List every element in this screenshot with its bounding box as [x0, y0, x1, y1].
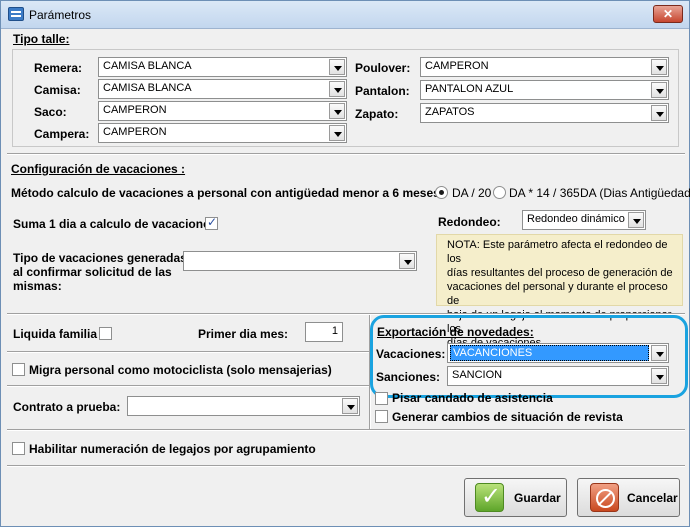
tipo-vacaciones-label-1: Tipo de vacaciones generadas	[13, 251, 187, 265]
cancelar-button[interactable]: Cancelar	[577, 478, 680, 517]
divider	[7, 385, 369, 387]
habilitar-label: Habilitar numeración de legajos por agru…	[29, 442, 316, 456]
chevron-down-icon[interactable]	[651, 345, 667, 361]
close-button[interactable]: ✕	[653, 5, 683, 23]
window-title: Parámetros	[29, 8, 92, 22]
poulover-combo[interactable]: CAMPERON	[420, 57, 669, 77]
sanciones-export-combo[interactable]: SANCION	[447, 366, 669, 386]
liquida-familia-checkbox[interactable]	[99, 327, 112, 340]
liquida-familia-label: Liquida familia	[13, 327, 98, 341]
poulover-label: Poulover:	[355, 61, 411, 75]
contrato-combo[interactable]	[127, 396, 360, 416]
campera-label: Campera:	[34, 127, 90, 141]
pisar-label: Pisar candado de asistencia	[392, 391, 553, 405]
radio-da-20-label[interactable]: DA / 20	[452, 186, 491, 200]
guardar-label: Guardar	[514, 491, 561, 505]
habilitar-checkbox[interactable]	[12, 442, 25, 455]
chevron-down-icon[interactable]	[342, 398, 358, 414]
migra-label: Migra personal como motociclista (solo m…	[29, 363, 332, 377]
sanciones-export-label: Sanciones:	[376, 370, 441, 384]
zapato-label: Zapato:	[355, 107, 399, 121]
redondeo-label: Redondeo:	[438, 215, 501, 229]
divider	[7, 153, 685, 155]
app-icon	[8, 7, 24, 21]
divider	[7, 465, 685, 467]
primer-dia-input[interactable]: 1	[305, 322, 343, 342]
campera-combo[interactable]: CAMPERON	[98, 123, 347, 143]
contrato-label: Contrato a prueba:	[13, 400, 121, 414]
zapato-combo[interactable]: ZAPATOS	[420, 103, 669, 123]
exportacion-title: Exportación de novedades:	[377, 325, 534, 339]
guardar-button[interactable]: Guardar	[464, 478, 567, 517]
parametros-window: Parámetros ✕ Tipo talle: Remera: CAMISA …	[0, 0, 690, 527]
chevron-down-icon[interactable]	[651, 105, 667, 121]
radio-da-14-365[interactable]	[493, 186, 506, 199]
suma-checkbox[interactable]	[205, 215, 218, 230]
generar-checkbox[interactable]	[375, 410, 388, 423]
tipo-vacaciones-label-2: al confirmar solicitud de las	[13, 265, 172, 279]
title-bar[interactable]: Parámetros ✕	[1, 1, 689, 29]
dialog-content: Tipo talle: Remera: CAMISA BLANCA Camisa…	[3, 29, 690, 525]
tipo-vacaciones-combo[interactable]	[183, 251, 417, 271]
generar-label: Generar cambios de situación de revista	[392, 410, 623, 424]
note-line: vacaciones del personal y durante el pro…	[447, 281, 668, 307]
chevron-down-icon[interactable]	[651, 368, 667, 384]
saco-combo[interactable]: CAMPERON	[98, 101, 347, 121]
tipo-vacaciones-label-3: mismas:	[13, 279, 62, 293]
saco-value: CAMPERON	[103, 104, 167, 116]
zapato-value: ZAPATOS	[425, 106, 475, 118]
migra-checkbox[interactable]	[12, 363, 25, 376]
vacaciones-export-combo[interactable]: VACANCIONES	[447, 343, 669, 363]
primer-dia-value: 1	[331, 325, 338, 337]
tipo-talle-title: Tipo talle:	[13, 32, 70, 46]
chevron-down-icon[interactable]	[628, 212, 644, 228]
note-line: días resultantes del proceso de generaci…	[447, 267, 673, 279]
pantalon-combo[interactable]: PANTALON AZUL	[420, 80, 669, 100]
chevron-down-icon[interactable]	[651, 59, 667, 75]
vacaciones-title: Configuración de vacaciones :	[11, 162, 186, 176]
redondeo-note: NOTA: Este parámetro afecta el redondeo …	[436, 234, 683, 349]
camisa-value: CAMISA BLANCA	[103, 82, 192, 94]
primer-dia-label: Primer dia mes:	[198, 327, 289, 341]
radio-da-20[interactable]	[435, 186, 448, 199]
remera-combo[interactable]: CAMISA BLANCA	[98, 57, 347, 77]
saco-label: Saco:	[34, 105, 67, 119]
chevron-down-icon[interactable]	[329, 81, 345, 97]
camisa-label: Camisa:	[34, 83, 81, 97]
divider	[7, 429, 685, 431]
campera-value: CAMPERON	[103, 126, 167, 138]
cancel-icon	[590, 483, 619, 512]
sanciones-export-value: SANCION	[452, 369, 503, 381]
poulover-value: CAMPERON	[425, 60, 489, 72]
chevron-down-icon[interactable]	[329, 125, 345, 141]
chevron-down-icon[interactable]	[329, 103, 345, 119]
metodo-label: Método calculo de vacaciones a personal …	[11, 186, 444, 200]
check-icon	[475, 482, 504, 512]
remera-value: CAMISA BLANCA	[103, 60, 192, 72]
pisar-checkbox[interactable]	[375, 392, 388, 405]
pantalon-value: PANTALON AZUL	[425, 83, 514, 95]
vacaciones-export-value: VACANCIONES	[450, 345, 649, 361]
vacaciones-export-label: Vacaciones:	[376, 347, 446, 361]
suma-label: Suma 1 dia a calculo de vacaciones	[13, 217, 217, 231]
radio-da-14-365-label[interactable]: DA * 14 / 365	[509, 186, 580, 200]
chevron-down-icon[interactable]	[651, 82, 667, 98]
chevron-down-icon[interactable]	[399, 253, 415, 269]
radio-suffix: DA (Dias Antigüedad)	[580, 186, 690, 200]
chevron-down-icon[interactable]	[329, 59, 345, 75]
redondeo-value: Redondeo dinámico	[527, 213, 625, 225]
divider	[7, 351, 369, 353]
cancelar-label: Cancelar	[627, 491, 678, 505]
pantalon-label: Pantalon:	[355, 84, 410, 98]
remera-label: Remera:	[34, 61, 83, 75]
camisa-combo[interactable]: CAMISA BLANCA	[98, 79, 347, 99]
note-line: NOTA: Este parámetro afecta el redondeo …	[447, 239, 668, 265]
redondeo-combo[interactable]: Redondeo dinámico	[522, 210, 646, 230]
